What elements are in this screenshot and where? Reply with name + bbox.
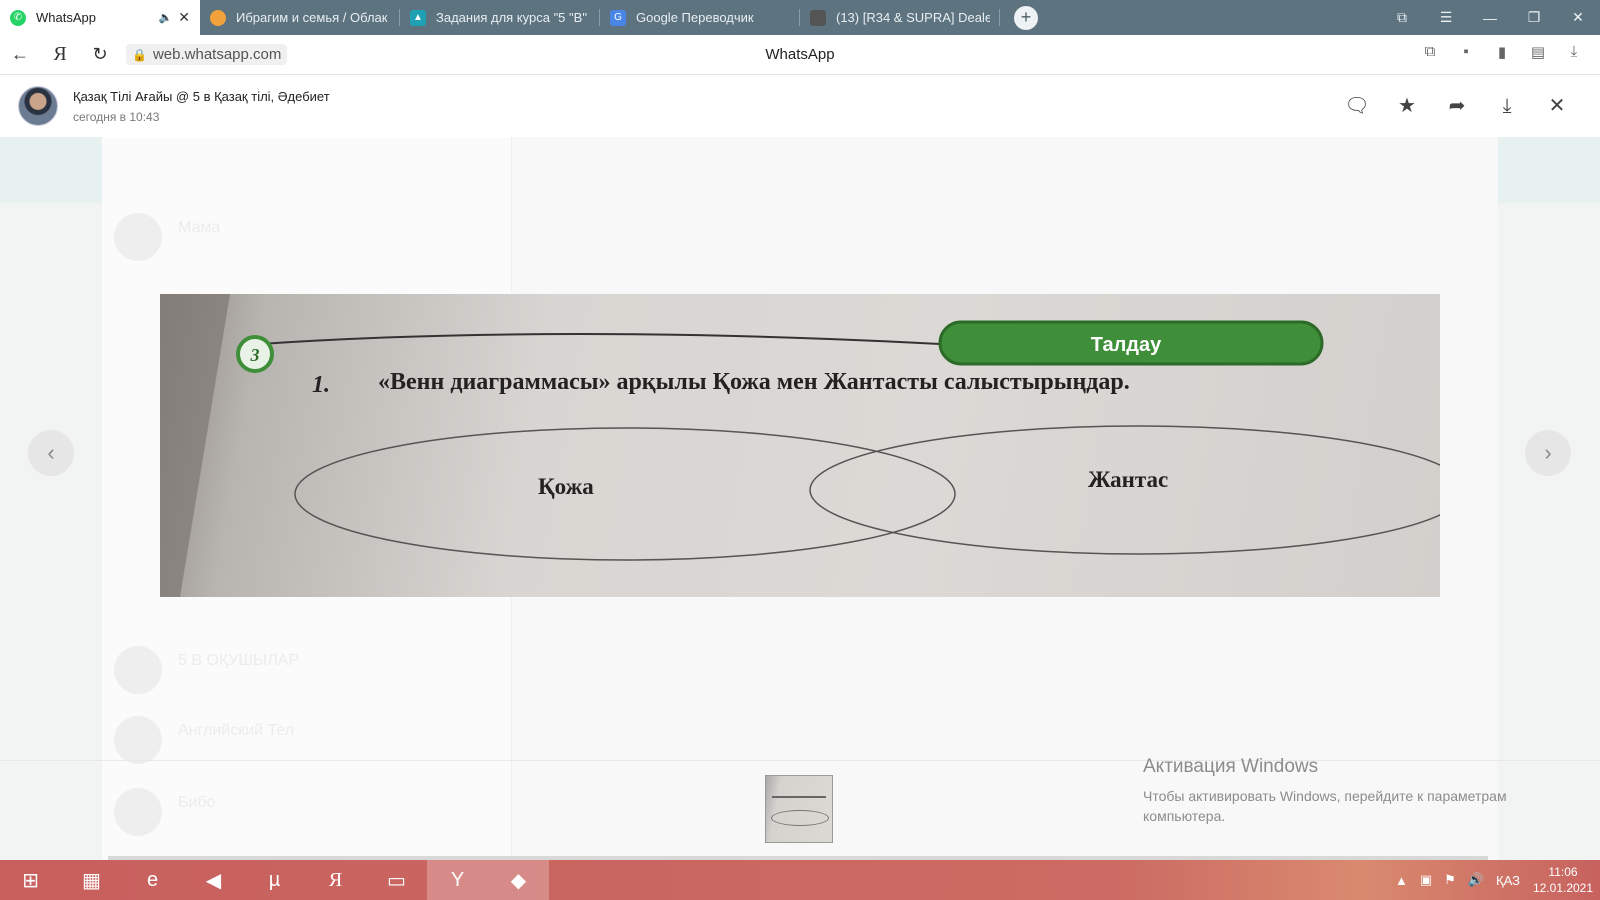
restore-button[interactable]: ❐ bbox=[1512, 9, 1556, 26]
close-icon[interactable]: ✕ bbox=[1532, 91, 1582, 121]
media-player-icon[interactable]: ◀ bbox=[183, 860, 244, 900]
tab-roblox[interactable]: (13) [R34 & SUPRA] Dealer bbox=[800, 0, 1000, 35]
network-icon[interactable]: ▣ bbox=[1420, 872, 1432, 888]
classroom-icon: ▲ bbox=[410, 9, 426, 26]
collections-icon[interactable]: ▤ bbox=[1520, 43, 1556, 61]
yandex-icon[interactable]: Я bbox=[305, 860, 366, 900]
flag-icon[interactable]: ⚑ bbox=[1444, 872, 1456, 888]
language-indicator[interactable]: ҚАЗ bbox=[1496, 873, 1520, 888]
clock-date: 12.01.2021 bbox=[1532, 881, 1594, 895]
clock[interactable]: 11:06 12.01.2021 bbox=[1526, 864, 1600, 896]
star-icon[interactable]: ★ bbox=[1382, 91, 1432, 121]
media-viewer-header: Қазақ Тілі Ағайы @ 5 в Қазақ тілі, Әдеби… bbox=[0, 75, 1600, 137]
tab-cloud[interactable]: Ибрагим и семья / Облак bbox=[200, 0, 400, 35]
tab-label: Задания для курса "5 "В" bbox=[436, 10, 587, 25]
avatar[interactable] bbox=[18, 86, 58, 126]
downloads-icon[interactable]: ⤓ bbox=[1556, 43, 1592, 61]
next-arrow-button[interactable]: › bbox=[1525, 430, 1571, 476]
task-text: «Венн диаграммасы» арқылы Қожа мен Жанта… bbox=[378, 369, 1130, 395]
menu-icon[interactable]: ☰ bbox=[1424, 9, 1468, 26]
whatsapp-icon: ✆ bbox=[10, 9, 26, 26]
activation-title: Активация Windows bbox=[1143, 756, 1319, 777]
app-icon[interactable]: ◆ bbox=[488, 860, 549, 900]
chevron-left-icon: ‹ bbox=[47, 440, 55, 465]
tab-label: Ибрагим и семья / Облак bbox=[236, 10, 388, 25]
internet-explorer-icon[interactable]: e bbox=[122, 860, 183, 900]
sender-name: Қазақ Тілі Ағайы @ 5 в Қазақ тілі, Әдеби… bbox=[73, 88, 330, 104]
store-icon[interactable]: ▦ bbox=[61, 860, 122, 900]
folder-icon[interactable]: ▭ bbox=[366, 860, 427, 900]
reload-icon[interactable]: ↻ bbox=[80, 44, 120, 65]
forward-icon[interactable]: ➦ bbox=[1432, 91, 1482, 121]
tab-whatsapp[interactable]: ✆ WhatsApp 🔈 ✕ bbox=[0, 0, 200, 35]
right-label: Жантас bbox=[1088, 467, 1168, 492]
list-item: 5 В ОҚУШЫЛАР bbox=[114, 646, 504, 696]
url-field[interactable]: 🔒 web.whatsapp.com bbox=[126, 44, 288, 65]
close-tab-icon[interactable]: ✕ bbox=[178, 9, 190, 26]
roblox-icon bbox=[810, 9, 826, 26]
task-number: 1. bbox=[312, 372, 330, 398]
clock-time: 11:06 bbox=[1548, 865, 1578, 879]
back-arrow-icon[interactable]: ← bbox=[0, 44, 40, 65]
tabs-icon[interactable]: ⧉ bbox=[1380, 9, 1424, 26]
translate-icon: G bbox=[610, 9, 626, 26]
cloud-icon bbox=[210, 9, 226, 26]
new-tab-button[interactable]: + bbox=[1014, 5, 1038, 30]
tab-label: (13) [R34 & SUPRA] Dealer bbox=[836, 10, 990, 25]
textbook-photo: 3 Талдау 1. «Венн диаграммасы» арқылы Қо… bbox=[160, 294, 1440, 597]
extensions-icon[interactable]: ⧉ bbox=[1412, 43, 1448, 61]
tab-label: WhatsApp bbox=[36, 10, 96, 25]
start-button[interactable]: ⊞ bbox=[0, 860, 61, 900]
tab-translate[interactable]: G Google Переводчик bbox=[600, 0, 800, 35]
activation-text: Чтобы активировать Windows, перейдите к … bbox=[1143, 788, 1507, 824]
list-item: Мама bbox=[114, 213, 504, 263]
speaker-icon[interactable]: 🔈 bbox=[159, 11, 173, 24]
reader-icon[interactable]: ▪ bbox=[1448, 43, 1484, 61]
go-to-message-icon[interactable]: 🗨 bbox=[1332, 91, 1382, 121]
section-number: 3 bbox=[250, 345, 260, 365]
tray-expand-icon[interactable]: ▲ bbox=[1395, 873, 1408, 888]
yandex-icon[interactable]: Я bbox=[40, 43, 80, 66]
close-window-button[interactable]: ✕ bbox=[1556, 9, 1600, 26]
venn-left-ellipse bbox=[294, 427, 956, 561]
sent-time: сегодня в 10:43 bbox=[73, 109, 160, 124]
media-image: 3 Талдау 1. «Венн диаграммасы» арқылы Қо… bbox=[160, 294, 1440, 597]
utorrent-icon[interactable]: µ bbox=[244, 860, 305, 900]
bookmark-icon[interactable]: ▮ bbox=[1484, 43, 1520, 61]
volume-icon[interactable]: 🔊 bbox=[1468, 872, 1484, 888]
minimize-button[interactable]: — bbox=[1468, 10, 1512, 26]
download-icon[interactable]: ⤓ bbox=[1482, 91, 1532, 121]
windows-taskbar: ⊞ ▦ e ◀ µ Я ▭ Y ◆ ▲ ▣ ⚑ 🔊 ҚАЗ 11:06 12.0… bbox=[0, 860, 1600, 900]
address-bar: ← Я ↻ 🔒 web.whatsapp.com WhatsApp ⧉ ▪ ▮ … bbox=[0, 35, 1600, 75]
previous-arrow-button[interactable]: ‹ bbox=[28, 430, 74, 476]
browser-tab-bar: ✆ WhatsApp 🔈 ✕ Ибрагим и семья / Облак ▲… bbox=[0, 0, 1600, 35]
tab-classroom[interactable]: ▲ Задания для курса "5 "В" bbox=[400, 0, 600, 35]
chevron-right-icon: › bbox=[1544, 440, 1552, 465]
tab-label: Google Переводчик bbox=[636, 10, 754, 25]
windows-activation-watermark: Активация Windows Чтобы активировать Win… bbox=[1143, 756, 1563, 826]
section-label: Талдау bbox=[1091, 334, 1162, 356]
lock-icon: 🔒 bbox=[132, 47, 147, 62]
left-label: Қожа bbox=[538, 474, 594, 499]
media-thumbnail[interactable] bbox=[765, 775, 833, 843]
window-controls: ⧉ ☰ — ❐ ✕ bbox=[1380, 0, 1600, 35]
yandex-browser-icon[interactable]: Y bbox=[427, 860, 488, 900]
list-item: Английский Тел bbox=[114, 716, 504, 766]
url-text: web.whatsapp.com bbox=[152, 46, 282, 63]
